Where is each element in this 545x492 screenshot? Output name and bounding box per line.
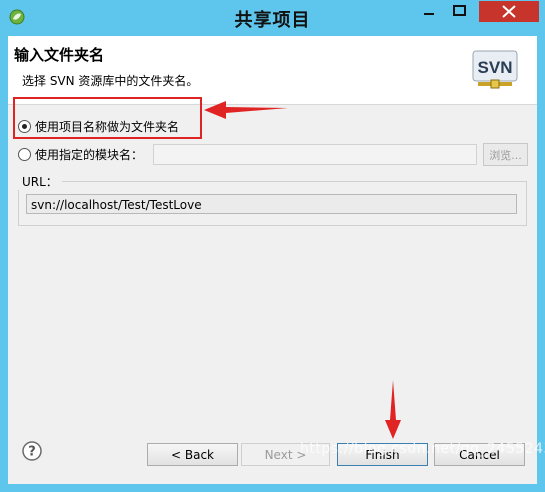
annotation-highlight-box bbox=[13, 97, 202, 139]
help-glyph: ? bbox=[28, 445, 36, 460]
minimize-icon bbox=[424, 13, 434, 15]
use-module-name-label: 使用指定的模块名： bbox=[35, 147, 144, 162]
module-name-input[interactable] bbox=[153, 144, 477, 165]
use-module-name-option[interactable]: 使用指定的模块名： bbox=[18, 145, 143, 163]
url-group-label: URL： bbox=[18, 173, 62, 190]
close-icon bbox=[502, 5, 516, 18]
dialog-window: 共享项目 输入文件夹名 选择 SVN 资源库中的文件夹名。 SVN 使用项目名称… bbox=[0, 0, 545, 492]
page-title: 输入文件夹名 bbox=[14, 46, 105, 64]
help-icon[interactable]: ? bbox=[22, 441, 42, 461]
minimize-button[interactable] bbox=[415, 1, 443, 22]
watermark-text: https://blog.csdn.net/qq_24552437 bbox=[300, 441, 545, 457]
maximize-icon bbox=[453, 5, 466, 16]
svn-logo-icon: SVN bbox=[472, 50, 518, 89]
browse-button[interactable]: 浏览... bbox=[483, 143, 528, 166]
maximize-button[interactable] bbox=[443, 1, 477, 22]
wizard-banner: 输入文件夹名 选择 SVN 资源库中的文件夹名。 SVN bbox=[8, 36, 537, 105]
url-field[interactable]: svn://localhost/Test/TestLove bbox=[26, 194, 517, 214]
svg-text:SVN: SVN bbox=[478, 58, 513, 77]
page-description: 选择 SVN 资源库中的文件夹名。 bbox=[22, 74, 199, 88]
use-module-name-radio[interactable] bbox=[18, 147, 31, 161]
title-bar[interactable]: 共享项目 bbox=[0, 0, 545, 35]
back-button[interactable]: < Back bbox=[147, 443, 238, 466]
close-button[interactable] bbox=[479, 1, 539, 22]
